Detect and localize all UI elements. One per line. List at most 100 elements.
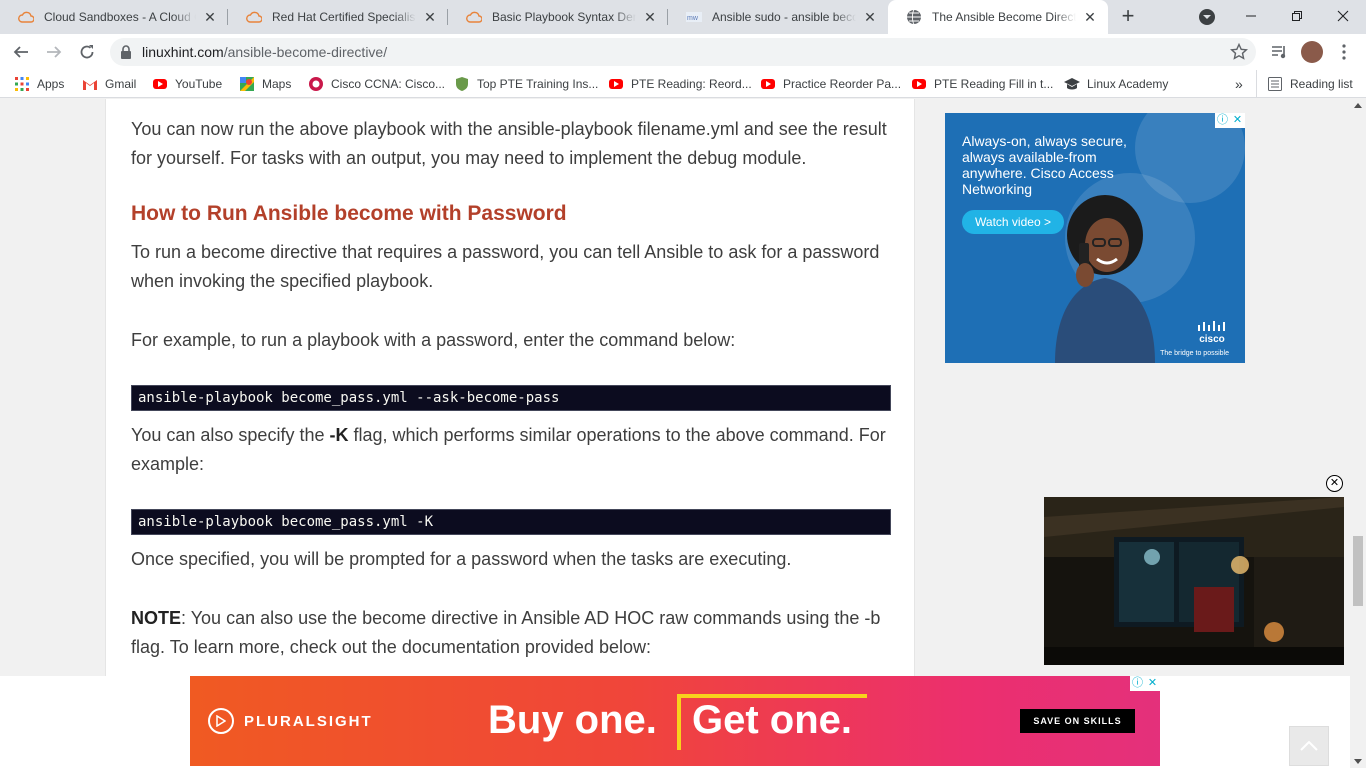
- url-host: linuxhint.com: [142, 44, 224, 60]
- pluralsight-logo: PLURALSIGHT: [208, 708, 373, 734]
- tab-title: Red Hat Certified Specialist in: [272, 10, 416, 24]
- media-control-icon[interactable]: [1268, 40, 1292, 64]
- bookmark-youtube[interactable]: YouTube: [152, 76, 222, 92]
- tab-title: Cloud Sandboxes - A Cloud G: [44, 10, 196, 24]
- ad-close-icon[interactable]: ✕: [1230, 113, 1245, 128]
- article-body: You can now run the above playbook with …: [105, 99, 915, 768]
- minimize-icon[interactable]: [1228, 0, 1274, 32]
- ad-text: Always-on, always secure, always availab…: [962, 133, 1127, 197]
- person-photo: [1055, 195, 1155, 363]
- profile-avatar[interactable]: [1300, 40, 1324, 64]
- close-tab-icon[interactable]: ✕: [862, 9, 878, 25]
- tab-title: Ansible sudo - ansible becom: [712, 10, 856, 24]
- bookmarks-overflow-button[interactable]: »: [1235, 76, 1243, 92]
- close-tab-icon[interactable]: ✕: [1082, 9, 1098, 25]
- svg-text:mw: mw: [687, 15, 699, 22]
- bookmark-linux-academy[interactable]: Linux Academy: [1064, 76, 1168, 92]
- scrollbar-thumb[interactable]: [1353, 536, 1363, 606]
- bookmark-pte-fill[interactable]: PTE Reading Fill in t...: [911, 76, 1053, 92]
- scroll-up-arrow-icon[interactable]: [1354, 103, 1362, 108]
- page-viewport: You can now run the above playbook with …: [0, 99, 1350, 768]
- menu-kebab-icon[interactable]: [1332, 40, 1356, 64]
- tab-red-hat[interactable]: Red Hat Certified Specialist in ✕: [228, 0, 448, 34]
- ad-info-icon[interactable]: ⓘ: [1130, 676, 1145, 691]
- ad-headline-part1: Buy one.: [488, 698, 657, 742]
- paragraph-run-playbook: You can now run the above playbook with …: [131, 119, 887, 168]
- ad-choices[interactable]: ⓘ ✕: [1215, 113, 1245, 128]
- bookmark-top-pte[interactable]: Top PTE Training Ins...: [454, 76, 598, 92]
- bookmark-cisco-ccna[interactable]: Cisco CCNA: Cisco...: [308, 76, 445, 92]
- paragraph-password-intro: To run a become directive that requires …: [131, 242, 880, 291]
- cisco-bars-icon: [1198, 321, 1225, 331]
- back-arrow-icon[interactable]: [9, 40, 33, 64]
- section-heading: How to Run Ansible become with Password: [131, 202, 567, 225]
- code-block-ask-become-pass[interactable]: ansible-playbook become_pass.yml --ask-b…: [131, 385, 891, 411]
- forward-arrow-icon[interactable]: [42, 40, 66, 64]
- bookmark-gmail[interactable]: Gmail: [82, 76, 136, 92]
- video-close-button[interactable]: ✕: [1326, 475, 1343, 492]
- cloud-icon: [466, 9, 482, 25]
- youtube-icon: [760, 76, 776, 92]
- sidebar-ad-cisco[interactable]: Always-on, always secure, always availab…: [945, 113, 1245, 363]
- bookmark-practice-reorder[interactable]: Practice Reorder Pa...: [760, 76, 901, 92]
- reading-list-button[interactable]: Reading list: [1267, 76, 1353, 92]
- cisco-ccna-icon: [308, 76, 324, 92]
- bookmark-label: PTE Reading: Reord...: [631, 77, 752, 91]
- code-block-k-flag[interactable]: ansible-playbook become_pass.yml -K: [131, 509, 891, 535]
- tab-cloud-sandboxes[interactable]: Cloud Sandboxes - A Cloud G ✕: [0, 0, 228, 34]
- graduation-cap-icon: [1064, 76, 1080, 92]
- scroll-to-top-button[interactable]: [1289, 726, 1329, 766]
- reload-icon[interactable]: [75, 40, 99, 64]
- cisco-brand-name: cisco: [1199, 334, 1225, 345]
- bookmark-label: Cisco CCNA: Cisco...: [331, 77, 446, 91]
- ad-tagline: The bridge to possible: [1160, 350, 1229, 357]
- scroll-down-arrow-icon[interactable]: [1354, 759, 1362, 764]
- bookmark-star-icon[interactable]: [1229, 42, 1249, 66]
- ad-close-icon[interactable]: ✕: [1145, 676, 1160, 691]
- bookmark-label: Practice Reorder Pa...: [783, 77, 902, 91]
- pluralsight-brand: PLURALSIGHT: [244, 712, 373, 730]
- watch-video-button[interactable]: Watch video >: [962, 210, 1064, 234]
- bookmark-apps[interactable]: Apps: [14, 76, 64, 92]
- chevron-up-icon: [1300, 741, 1318, 751]
- play-icon: [208, 708, 234, 734]
- bookmark-maps[interactable]: Maps: [239, 76, 291, 92]
- tab-ansible-sudo[interactable]: mw Ansible sudo - ansible becom ✕: [668, 0, 888, 34]
- browser-toolbar: linuxhint.com/ansible-become-directive/: [0, 34, 1366, 70]
- shield-icon: [454, 76, 470, 92]
- paragraph-prompted: Once specified, you will be prompted for…: [131, 549, 792, 569]
- pluralsight-banner-ad[interactable]: PLURALSIGHT Buy one. Get one. SAVE ON SK…: [190, 676, 1160, 766]
- paragraph-example: For example, to run a playbook with a pa…: [131, 330, 736, 350]
- bookmark-label: YouTube: [175, 77, 223, 91]
- url-text[interactable]: linuxhint.com/ansible-become-directive/: [142, 44, 387, 60]
- bookmarks-bar: Apps Gmail YouTube Maps Cisco CCNA: Cisc…: [0, 70, 1366, 98]
- tab-basic-playbook[interactable]: Basic Playbook Syntax Demo ✕: [448, 0, 668, 34]
- close-tab-icon[interactable]: ✕: [642, 9, 658, 25]
- globe-icon: [906, 9, 922, 25]
- video-ad[interactable]: [1044, 497, 1344, 665]
- close-tab-icon[interactable]: ✕: [422, 9, 438, 25]
- tab-title: Basic Playbook Syntax Demo: [492, 10, 636, 24]
- ad-choices[interactable]: ⓘ ✕: [1130, 676, 1160, 691]
- lock-icon[interactable]: [120, 45, 132, 64]
- ad-info-icon[interactable]: ⓘ: [1215, 113, 1230, 128]
- page-scrollbar[interactable]: [1350, 99, 1366, 768]
- youtube-icon: [608, 76, 624, 92]
- bookmark-label: Top PTE Training Ins...: [477, 77, 599, 91]
- bookmark-pte-reading-reorder[interactable]: PTE Reading: Reord...: [608, 76, 752, 92]
- note-text: : You can also use the become directive …: [131, 608, 881, 657]
- bookmark-label: Maps: [262, 77, 292, 91]
- close-window-icon[interactable]: [1320, 0, 1366, 32]
- address-bar[interactable]: linuxhint.com/ansible-become-directive/: [110, 38, 1256, 66]
- tab-strip: Cloud Sandboxes - A Cloud G ✕ Red Hat Ce…: [0, 0, 1366, 34]
- close-tab-icon[interactable]: ✕: [202, 9, 218, 25]
- restore-icon[interactable]: [1274, 0, 1320, 32]
- save-on-skills-button[interactable]: SAVE ON SKILLS: [1020, 709, 1135, 733]
- new-tab-button[interactable]: +: [1116, 5, 1140, 29]
- video-frame: [1044, 497, 1344, 665]
- cloud-icon: [246, 9, 262, 25]
- youtube-icon: [911, 76, 927, 92]
- tab-search-icon[interactable]: [1198, 8, 1216, 26]
- tab-ansible-become-directive[interactable]: The Ansible Become Directive ✕: [888, 0, 1108, 34]
- bookmarks-divider: [1256, 70, 1257, 98]
